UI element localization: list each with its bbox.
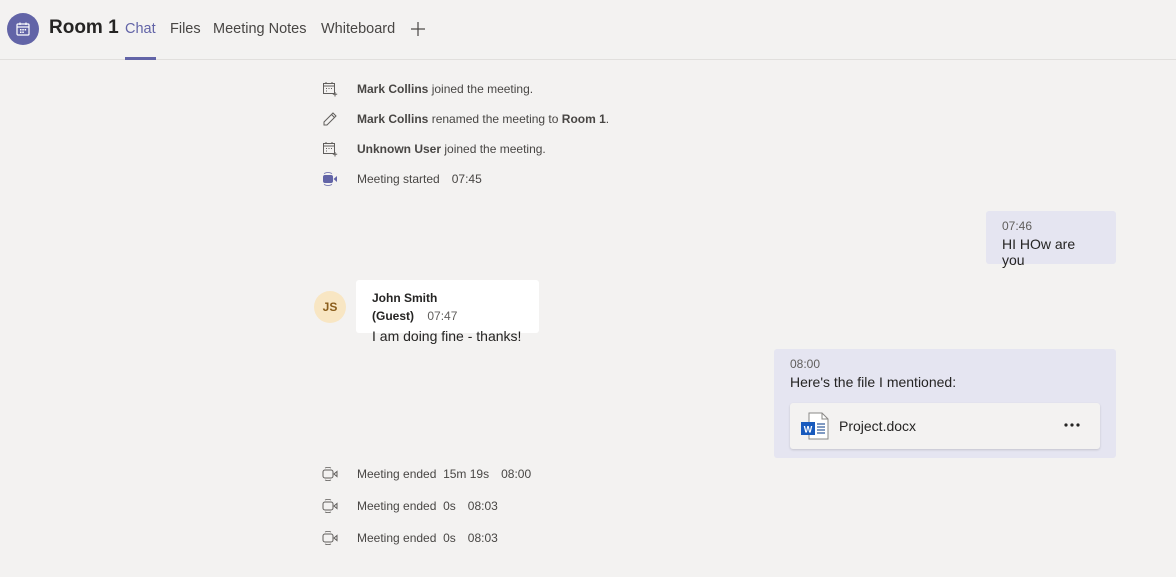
event-text: Meeting ended	[357, 467, 437, 481]
my-message: 08:00 Here's the file I mentioned: W Pro…	[774, 349, 1116, 458]
event-time: 08:00	[501, 467, 532, 481]
event-suffix: .	[605, 112, 610, 126]
event-target: Room 1	[561, 112, 606, 126]
event-actor[interactable]: Unknown User	[357, 142, 441, 156]
event-time: 07:45	[451, 172, 482, 186]
event-duration: 0s	[443, 499, 456, 513]
their-message: John Smith (Guest) 07:47 I am doing fine…	[356, 280, 539, 344]
meeting-header: Room 1 Chat Files Meeting Notes Whiteboa…	[0, 0, 1176, 60]
more-options-button[interactable]	[1062, 415, 1082, 435]
meeting-avatar	[7, 13, 39, 45]
message-time: 08:00	[790, 357, 821, 371]
event-text: joined the meeting.	[428, 82, 534, 96]
file-name[interactable]: Project.docx	[839, 418, 916, 434]
message-text: HI HOw are you	[1002, 236, 1076, 268]
avatar[interactable]: JS	[314, 291, 346, 323]
event-text: joined the meeting.	[441, 142, 546, 156]
event-time: 08:03	[467, 499, 498, 513]
event-text: Meeting ended	[357, 531, 437, 545]
calendar-add-icon	[320, 139, 340, 159]
video-camera-icon	[320, 169, 340, 189]
tab-whiteboard[interactable]: Whiteboard	[321, 21, 395, 60]
message-text: I am doing fine - thanks!	[372, 328, 522, 344]
event-time: 08:03	[467, 531, 498, 545]
calendar-icon	[16, 22, 30, 36]
tab-chat[interactable]: Chat	[125, 21, 156, 60]
event-row: Mark Collins joined the meeting.	[320, 79, 533, 99]
video-camera-off-icon	[320, 496, 340, 516]
event-actor[interactable]: Mark Collins	[357, 112, 428, 126]
event-text: Meeting started	[357, 172, 440, 186]
video-camera-off-icon	[320, 464, 340, 484]
plus-icon	[411, 22, 425, 36]
add-tab-button[interactable]	[410, 21, 426, 37]
event-row: Mark Collins renamed the meeting to Room…	[320, 109, 609, 129]
my-message: 07:46 HI HOw are you	[986, 211, 1116, 268]
event-actor[interactable]: Mark Collins	[357, 82, 428, 96]
event-row: Meeting started 07:45	[320, 169, 482, 189]
message-time: 07:46	[1002, 219, 1033, 233]
word-document-icon: W	[800, 411, 830, 446]
event-duration: 0s	[443, 531, 456, 545]
file-attachment[interactable]: W Project.docx	[790, 403, 1100, 449]
event-text: Meeting ended	[357, 499, 437, 513]
tab-files[interactable]: Files	[170, 21, 201, 60]
svg-text:W: W	[804, 425, 813, 435]
event-row: Meeting ended 0s 08:03	[320, 496, 498, 516]
pencil-icon	[320, 109, 340, 129]
calendar-add-icon	[320, 79, 340, 99]
room-title: Room 1	[49, 17, 119, 38]
event-text: renamed the meeting to	[428, 112, 562, 126]
event-row: Unknown User joined the meeting.	[320, 139, 546, 159]
tab-meeting-notes[interactable]: Meeting Notes	[213, 21, 307, 60]
event-row: Meeting ended 0s 08:03	[320, 528, 498, 548]
ellipsis-icon	[1064, 423, 1080, 427]
event-duration: 15m 19s	[443, 467, 490, 481]
message-time: 07:47	[427, 309, 458, 323]
event-row: Meeting ended 15m 19s 08:00	[320, 464, 531, 484]
video-camera-off-icon	[320, 528, 340, 548]
message-text: Here's the file I mentioned:	[790, 374, 957, 390]
